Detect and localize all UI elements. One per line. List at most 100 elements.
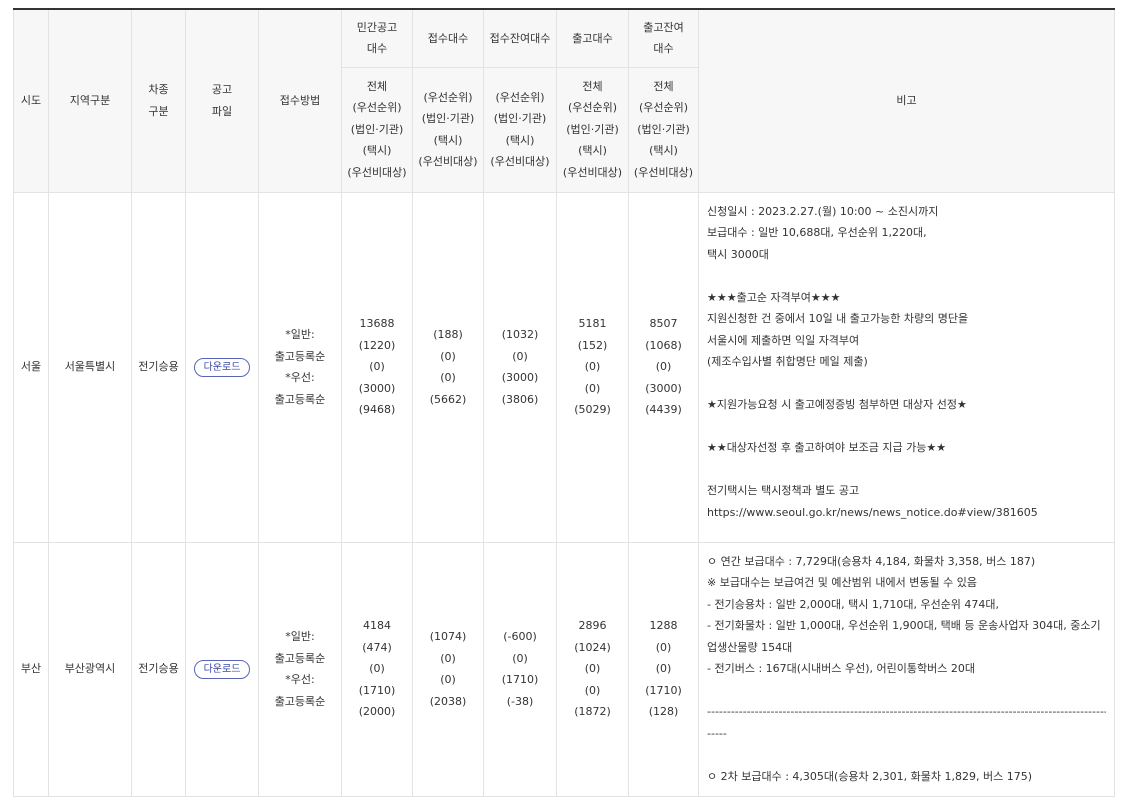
cell-region: 서울특별시 <box>48 191 132 543</box>
remark-line: ㅇ 연간 보급대수 : 7,729대(승용차 4,184, 화물차 3,358,… <box>707 554 1036 568</box>
cell-car-type: 전기승용 <box>131 191 186 543</box>
remark-line: ★지원가능요청 시 출고예정증빙 첨부하면 대상자 선정★ <box>707 398 967 411</box>
subheader-line: (우선비대상) <box>562 165 623 179</box>
header-region: 지역구분 <box>48 8 132 193</box>
cell-remarks: 신청일시 : 2023.2.27.(월) 10:00 ~ 소진시까지 보급대수 … <box>698 191 1115 543</box>
value-line: (1068) <box>645 338 682 352</box>
download-button[interactable]: 다운로드 <box>193 358 251 378</box>
cell-sido: 부산 <box>13 541 49 797</box>
cell-sido: 서울 <box>13 191 49 543</box>
value-line: (128) <box>648 705 679 719</box>
value-line: (0) <box>584 381 601 395</box>
subheader-line: (법인·기관) <box>421 112 475 125</box>
remark-line: (제조수입사별 취합명단 메일 제출) <box>707 355 868 368</box>
header-notice-file: 공고파일 <box>185 8 259 193</box>
remark-line: 전기택시는 택시정책과 별도 공고 <box>707 484 860 497</box>
subheader-line: (우선비대상) <box>633 165 694 179</box>
remark-line <box>707 373 1106 395</box>
subheader-line: 전체 <box>366 79 388 93</box>
header-notice-file-line2: 파일 <box>211 104 233 118</box>
remark-link[interactable]: https://www.seoul.go.kr/news/news_notice… <box>707 502 1106 524</box>
value-line: 2896 <box>578 619 607 633</box>
method-line: 출고등록순 <box>274 349 326 363</box>
cell-release-remain: 8507 (1068) (0) (3000) (4439) <box>628 191 699 543</box>
header-private-notice-line2: 대수 <box>366 42 388 56</box>
cell-notice-file: 다운로드 <box>185 541 259 797</box>
value-line: (0) <box>440 651 456 665</box>
download-button[interactable]: 다운로드 <box>193 660 251 680</box>
header-received: 접수대수 <box>412 8 484 68</box>
value-line: (0) <box>440 371 456 384</box>
subheader-line: (법인·기관) <box>493 112 547 125</box>
value-line: (0) <box>584 360 601 374</box>
header-release-remain-line1: 출고잔여 <box>643 20 684 34</box>
value-line: (152) <box>577 338 608 352</box>
value-line: (-600) <box>503 630 537 643</box>
value-line: 13688 <box>359 317 395 331</box>
value-line: (0) <box>655 662 672 676</box>
header-method: 접수방법 <box>258 8 342 193</box>
value-line: (5662) <box>429 392 467 406</box>
subsidy-status-table: 시도 지역구분 차종 구분 공고 파일 접수방법 민간공고 대수 접수대수 접수잔여대… <box>13 8 1115 797</box>
value-line: (1710) <box>358 683 396 697</box>
subheader-line: 전체 <box>653 79 674 93</box>
value-line: (1220) <box>358 338 396 352</box>
subheader-line: (우선비대상) <box>347 165 407 179</box>
cell-released: 5181 (152) (0) (0) (5029) <box>556 191 629 543</box>
subheader-private-notice: 전체 (우선순위) (법인·기관) (택시) (우선비대상) <box>341 66 413 193</box>
method-line: 출고등록순 <box>274 694 326 708</box>
value-line: (0) <box>584 662 601 676</box>
value-line: (0) <box>584 683 601 697</box>
cell-region: 부산광역시 <box>48 541 132 797</box>
value-line: (0) <box>369 662 385 676</box>
remark-line: 택시 3000대 <box>707 247 769 261</box>
value-line: 4184 <box>363 619 391 633</box>
value-line: (0) <box>512 651 528 665</box>
value-line: (1032) <box>501 328 539 341</box>
header-private-notice: 민간공고대수 <box>341 8 413 68</box>
header-notice-file-line1: 공고 <box>211 83 233 97</box>
cell-private-notice: 4184 (474) (0) (1710) (2000) <box>341 541 413 797</box>
header-private-notice-line1: 민간공고 <box>356 20 398 34</box>
cell-method: *일반: 출고등록순 *우선: 출고등록순 <box>258 541 342 797</box>
method-line: *일반: <box>285 630 315 643</box>
value-line: 8507 <box>649 317 678 331</box>
remark-line: ★★대상자선정 후 출고하여야 보조금 지급 가능★★ <box>707 441 947 454</box>
cell-received: (188) (0) (0) (5662) <box>412 191 484 543</box>
subheader-line: (법인·기관) <box>350 122 404 136</box>
subheader-line: (택시) <box>433 133 463 147</box>
value-line: (0) <box>369 360 385 374</box>
value-line: (5029) <box>574 403 611 417</box>
subheader-received: (우선순위) (법인·기관) (택시) (우선비대상) <box>412 66 484 193</box>
remark-line: - 전기승용차 : 일반 2,000대, 택시 1,710대, 우선순위 474… <box>707 597 1000 611</box>
subheader-line: (택시) <box>505 133 535 147</box>
method-line: *우선: <box>285 673 315 686</box>
table-row: 부산 부산광역시 전기승용 다운로드 *일반: 출고등록순 *우선: 출고등록순… <box>13 541 1115 797</box>
method-line: 출고등록순 <box>274 392 326 406</box>
value-line: (0) <box>440 673 456 686</box>
header-car-type-line2: 구분 <box>148 104 169 118</box>
value-line: (-38) <box>506 694 534 708</box>
cell-received: (1074) (0) (0) (2038) <box>412 541 484 797</box>
subheader-line: (우선순위) <box>638 101 689 115</box>
value-line: (2038) <box>429 694 467 708</box>
method-line: 출고등록순 <box>274 651 326 665</box>
value-line: (1710) <box>501 673 539 686</box>
value-line: (4439) <box>645 403 682 417</box>
value-line: (0) <box>440 349 456 363</box>
remark-line: 서울시에 제출하면 익일 자격부여 <box>707 333 860 347</box>
remark-line: - 전기화물차 : 일반 1,000대, 우선순위 1,900대, 택배 등 운… <box>707 619 1101 654</box>
value-line: 1288 <box>649 619 678 633</box>
remark-divider: ----- <box>707 726 727 740</box>
cell-private-notice: 13688 (1220) (0) (3000) (9468) <box>341 191 413 543</box>
cell-remain: (-600) (0) (1710) (-38) <box>483 541 557 797</box>
subheader-remain: (우선순위) (법인·기관) (택시) (우선비대상) <box>483 66 557 193</box>
subheader-released: 전체 (우선순위) (법인·기관) (택시) (우선비대상) <box>556 66 629 193</box>
header-released: 출고대수 <box>556 8 629 68</box>
value-line: (3806) <box>501 392 539 406</box>
value-line: (188) <box>433 328 463 341</box>
subheader-line: (우선순위) <box>352 101 402 115</box>
table-header: 시도 지역구분 차종 구분 공고 파일 접수방법 민간공고 대수 접수대수 접수잔여대… <box>13 8 1115 193</box>
value-line: (0) <box>655 360 672 374</box>
subheader-line: (우선순위) <box>495 90 545 104</box>
